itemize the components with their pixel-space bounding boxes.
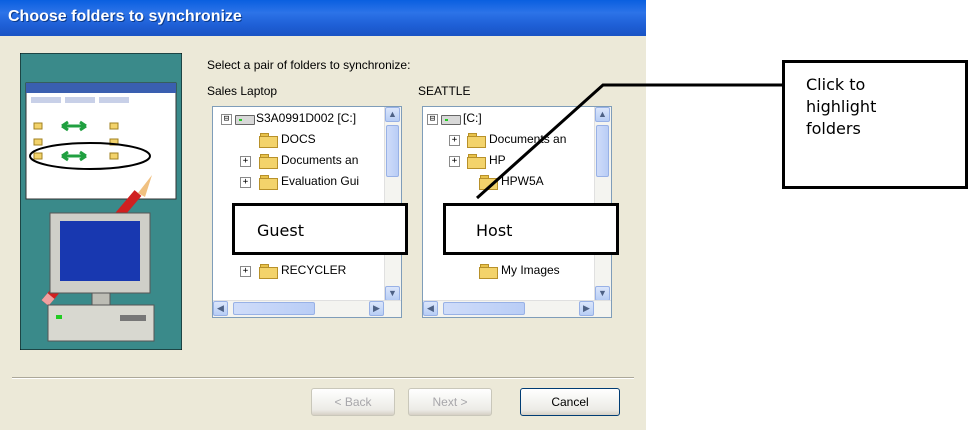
tree-item-label: RECYCLER	[281, 263, 347, 277]
expand-icon[interactable]: +	[240, 266, 251, 277]
tree-item-label: DOCS	[281, 132, 316, 146]
scroll-thumb[interactable]	[596, 125, 609, 177]
title-bar: Choose folders to synchronize	[0, 0, 646, 36]
drive-icon	[235, 115, 255, 125]
tree-item-label: HPW5A	[501, 174, 544, 188]
folder-icon	[479, 175, 498, 190]
tree-item-label: [C:]	[463, 111, 482, 125]
scroll-left-icon[interactable]: ◀	[423, 301, 438, 316]
instruction-text: Select a pair of folders to synchronize:	[207, 58, 411, 72]
expand-icon[interactable]: +	[240, 156, 251, 167]
scroll-thumb[interactable]	[443, 302, 525, 315]
horizontal-scrollbar[interactable]: ◀ ▶	[213, 300, 401, 317]
expand-icon[interactable]: +	[449, 135, 460, 146]
wizard-illustration	[20, 53, 182, 350]
host-label-box: Host	[443, 203, 619, 255]
expand-icon[interactable]: +	[240, 177, 251, 188]
scroll-thumb[interactable]	[386, 125, 399, 177]
scroll-up-icon[interactable]: ▲	[385, 107, 400, 122]
annotation-callout: Click to highlight folders	[782, 60, 968, 189]
expand-icon[interactable]: +	[449, 156, 460, 167]
scroll-right-icon[interactable]: ▶	[579, 301, 594, 316]
scroll-left-icon[interactable]: ◀	[213, 301, 228, 316]
scroll-up-icon[interactable]: ▲	[595, 107, 610, 122]
cancel-button[interactable]: Cancel	[520, 388, 620, 416]
tree-item-label: Evaluation Gui	[281, 174, 360, 188]
collapse-icon[interactable]: ⊟	[427, 114, 438, 125]
guest-label-box: Guest	[232, 203, 408, 255]
scroll-thumb[interactable]	[233, 302, 315, 315]
tree-item-label: My Images	[501, 263, 560, 277]
folder-icon	[259, 133, 278, 148]
tree-item-label: HP	[489, 153, 506, 167]
collapse-icon[interactable]: ⊟	[221, 114, 232, 125]
tree-item-label: S3A0991D002 [C:]	[256, 111, 357, 125]
guest-pane-label: Sales Laptop	[207, 84, 278, 98]
folder-icon	[467, 133, 486, 148]
next-button[interactable]: Next >	[408, 388, 492, 416]
host-pane-label: SEATTLE	[418, 84, 471, 98]
folder-icon	[259, 264, 278, 279]
tree-item-label: Documents an	[489, 132, 567, 146]
window-title: Choose folders to synchronize	[8, 8, 242, 25]
folder-icon	[467, 154, 486, 169]
scroll-right-icon[interactable]: ▶	[369, 301, 384, 316]
dialog-window: Choose folders to synchronize Select a p…	[0, 0, 646, 430]
folder-icon	[479, 264, 498, 279]
folder-icon	[259, 154, 278, 169]
scroll-down-icon[interactable]: ▼	[385, 286, 400, 301]
folder-icon	[259, 175, 278, 190]
scroll-down-icon[interactable]: ▼	[595, 286, 610, 301]
back-button[interactable]: < Back	[311, 388, 395, 416]
horizontal-scrollbar[interactable]: ◀ ▶	[423, 300, 611, 317]
drive-icon	[441, 115, 461, 125]
footer-divider	[12, 377, 634, 379]
tree-item-label: Documents an	[281, 153, 359, 167]
